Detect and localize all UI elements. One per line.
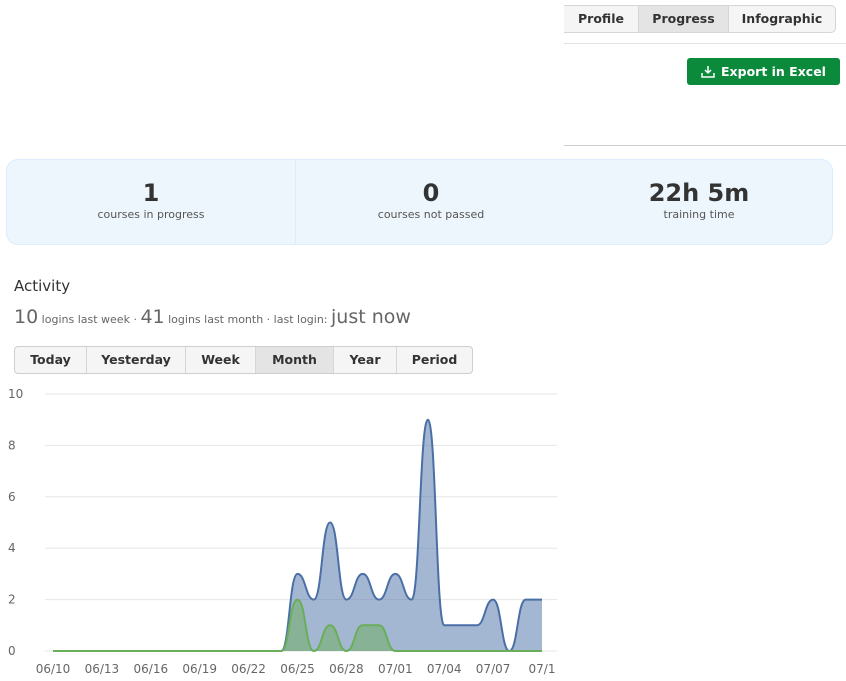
- stat-value: 1: [142, 179, 160, 207]
- x-tick-label: 07/01: [378, 662, 413, 676]
- week-count: 10: [14, 306, 39, 328]
- last-login: just now: [331, 306, 411, 328]
- login-summary: 10 logins last week · 41 logins last mon…: [14, 306, 411, 328]
- y-tick-label: 6: [8, 490, 16, 504]
- stat-label: courses not passed: [377, 208, 485, 221]
- y-tick-label: 2: [8, 593, 16, 607]
- divider: [564, 145, 846, 146]
- x-tick-label: 06/10: [36, 662, 71, 676]
- tab-profile[interactable]: Profile: [564, 6, 638, 32]
- period-period[interactable]: Period: [397, 347, 472, 373]
- y-tick-label: 8: [8, 438, 16, 452]
- y-tick-label: 4: [8, 541, 16, 555]
- month-label: logins last month · last login:: [164, 313, 332, 326]
- stat-courses-not-passed: 0 courses not passed: [296, 160, 566, 244]
- y-tick-label: 10: [8, 387, 23, 401]
- week-label: logins last week ·: [38, 313, 141, 326]
- stat-value: 22h 5m: [648, 179, 750, 207]
- view-tabs: Profile Progress Infographic: [564, 5, 836, 33]
- tab-progress[interactable]: Progress: [638, 6, 729, 32]
- x-tick-label: 07/07: [476, 662, 511, 676]
- download-tray-icon: [701, 66, 715, 78]
- x-tick-label: 06/28: [329, 662, 364, 676]
- divider: [564, 43, 846, 44]
- x-tick-label: 06/22: [231, 662, 266, 676]
- stats-panel: 1 courses in progress 0 courses not pass…: [6, 159, 833, 245]
- stat-label: courses in progress: [97, 208, 205, 221]
- x-tick-label: 06/25: [280, 662, 315, 676]
- period-month[interactable]: Month: [256, 347, 334, 373]
- x-tick-label: 06/19: [182, 662, 217, 676]
- x-tick-label: 06/13: [85, 662, 120, 676]
- period-selector: Today Yesterday Week Month Year Period: [14, 346, 473, 374]
- stat-courses-in-progress: 1 courses in progress: [7, 160, 296, 244]
- x-tick-label: 07/1: [529, 662, 556, 676]
- stat-training-time: 22h 5m training time: [566, 160, 832, 244]
- export-excel-button[interactable]: Export in Excel: [687, 58, 840, 85]
- period-week[interactable]: Week: [186, 347, 256, 373]
- export-label: Export in Excel: [721, 64, 826, 79]
- tab-infographic[interactable]: Infographic: [729, 6, 835, 32]
- period-today[interactable]: Today: [15, 347, 87, 373]
- y-tick-label: 0: [8, 644, 16, 658]
- stat-value: 0: [422, 179, 440, 207]
- x-tick-label: 06/16: [134, 662, 169, 676]
- activity-chart: 0 2 4 6 8 10 06/10 06/13 06/16 06/19 06/22 06/25 06/…: [8, 387, 557, 676]
- activity-title: Activity: [14, 277, 71, 295]
- month-count: 41: [140, 306, 165, 328]
- stat-label: training time: [663, 208, 735, 221]
- period-yesterday[interactable]: Yesterday: [87, 347, 186, 373]
- period-year[interactable]: Year: [334, 347, 397, 373]
- x-tick-label: 07/04: [427, 662, 462, 676]
